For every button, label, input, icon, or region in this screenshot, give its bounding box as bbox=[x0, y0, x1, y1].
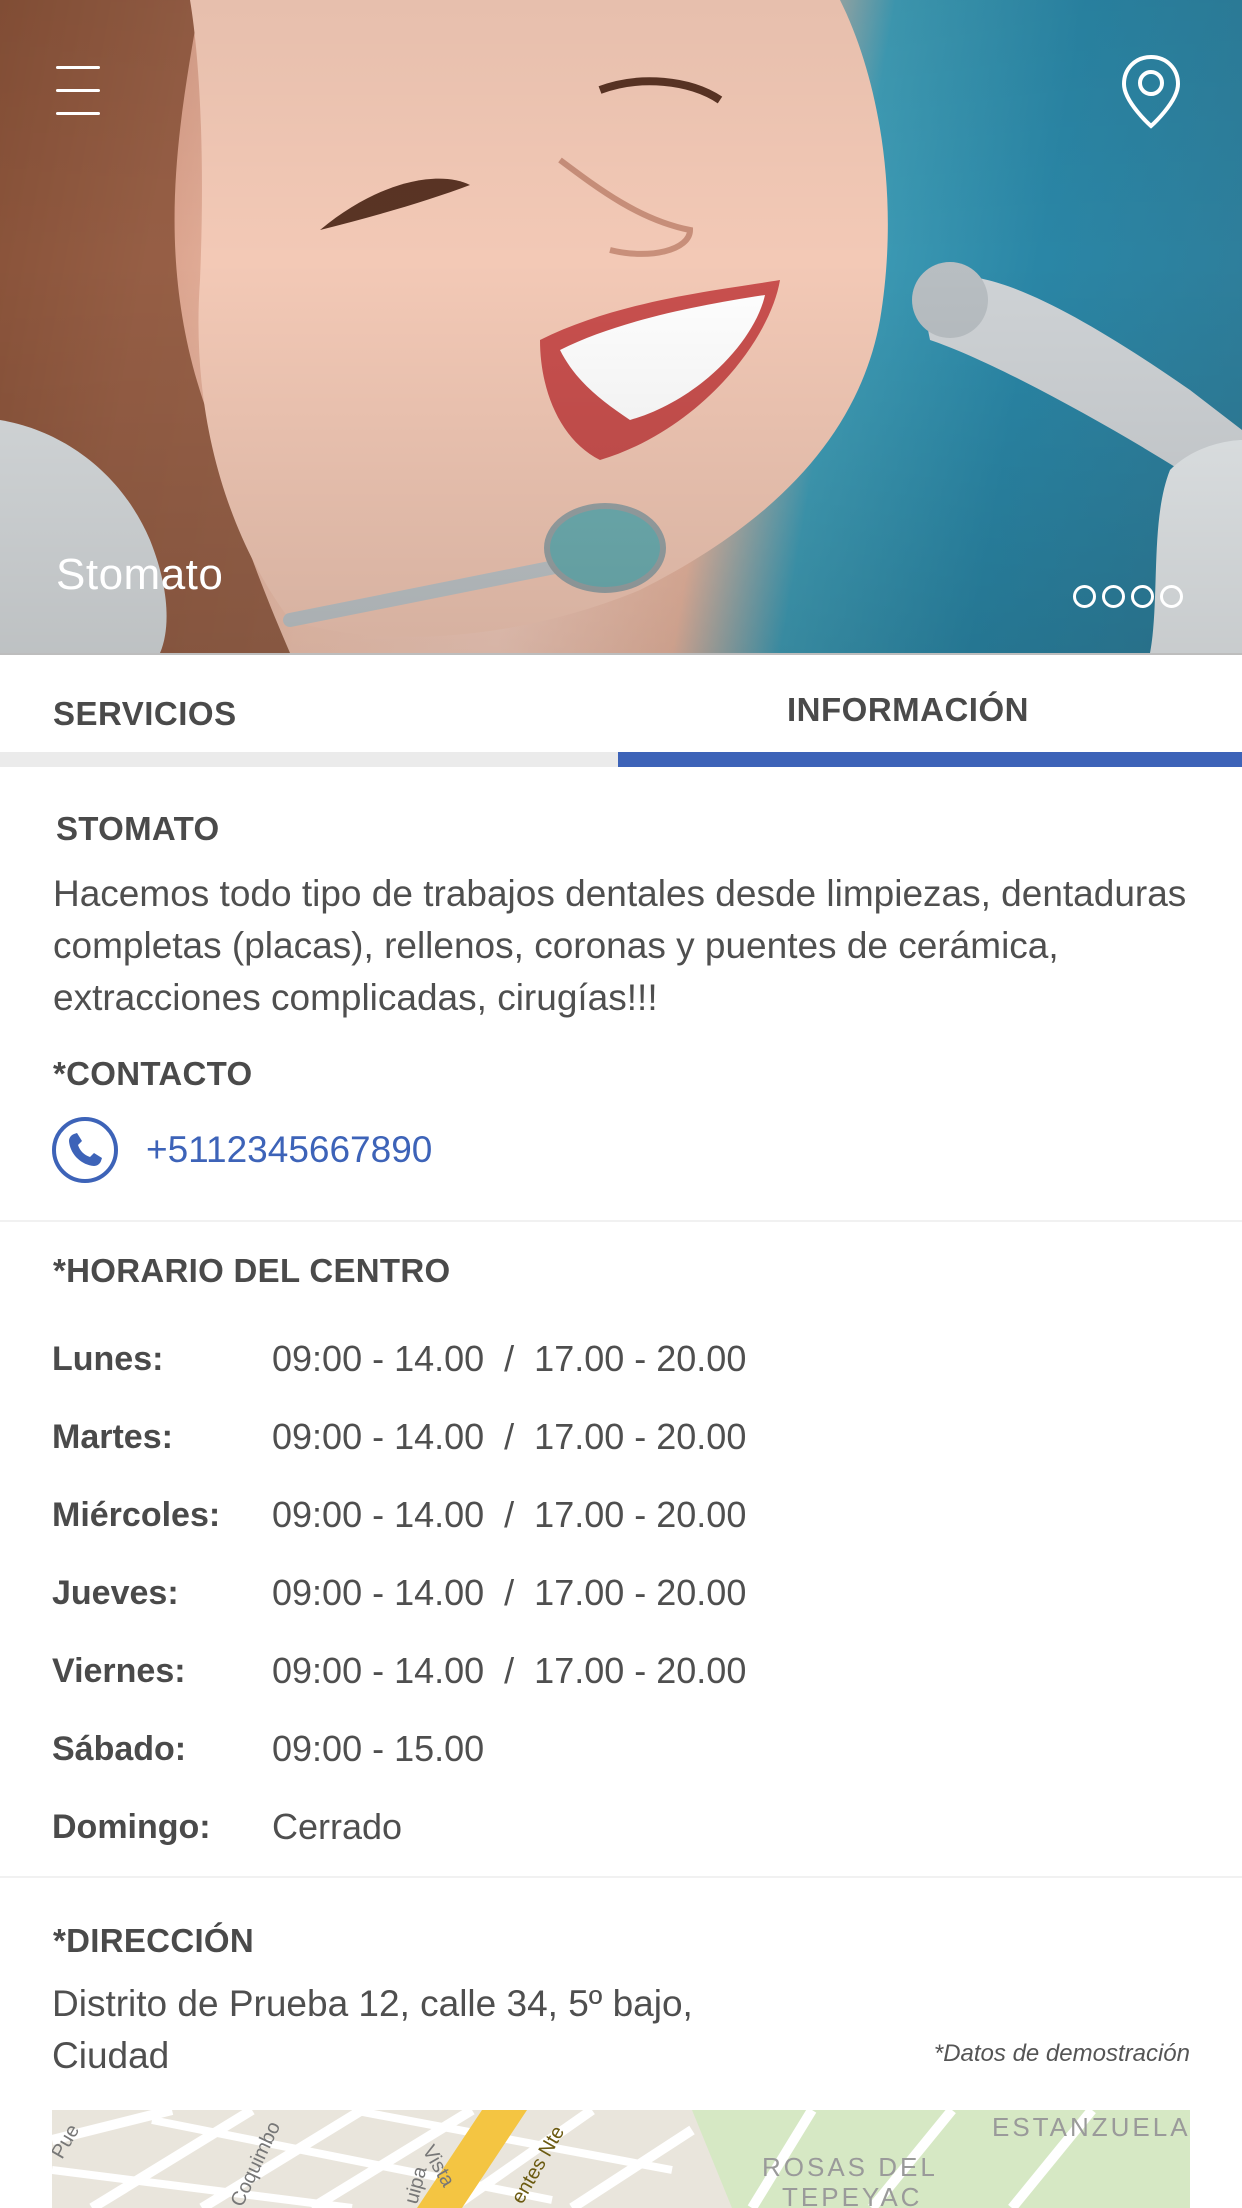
phone-number: +5112345667890 bbox=[146, 1129, 433, 1170]
tab-indicator bbox=[0, 752, 618, 767]
address-text: Distrito de Prueba 12, calle 34, 5º bajo… bbox=[52, 1983, 693, 2076]
carousel-dot[interactable] bbox=[1160, 585, 1183, 608]
hero-banner[interactable]: Stomato bbox=[0, 0, 1242, 653]
hours-time: Cerrado bbox=[272, 1806, 403, 1847]
hours-day: Jueves: bbox=[52, 1573, 179, 1612]
hours-time: 09:00 - 14.00 / 17.00 - 20.00 bbox=[272, 1650, 747, 1691]
demo-note: *Datos de demostración bbox=[933, 2040, 1190, 2067]
tab-informacion-label: INFORMACIÓN bbox=[787, 691, 1029, 728]
hours-heading: *HORARIO DEL CENTRO bbox=[53, 1252, 451, 1289]
hours-row: Jueves: 09:00 - 14.00 / 17.00 - 20.00 bbox=[52, 1554, 746, 1632]
hours-day: Viernes: bbox=[52, 1651, 186, 1690]
hours-time: 09:00 - 14.00 / 17.00 - 20.00 bbox=[272, 1572, 747, 1613]
carousel-dot[interactable] bbox=[1102, 585, 1125, 608]
map-label: ROSAS DEL bbox=[762, 2152, 938, 2182]
hero-title: Stomato bbox=[56, 550, 224, 599]
tab-servicios[interactable]: SERVICIOS bbox=[0, 655, 618, 767]
tab-bar: SERVICIOS INFORMACIÓN bbox=[0, 653, 1242, 767]
location-pin-icon[interactable] bbox=[1120, 54, 1182, 130]
hours-time: 09:00 - 15.00 bbox=[272, 1728, 485, 1769]
contact-heading: *CONTACTO bbox=[53, 1055, 253, 1092]
hours-day: Lunes: bbox=[52, 1339, 164, 1378]
phone-icon bbox=[52, 1117, 118, 1183]
map-view[interactable]: Pue Coquimbo Vista uipa entes Nte ESTANZ… bbox=[52, 2110, 1190, 2208]
hours-row: Domingo: Cerrado bbox=[52, 1788, 746, 1866]
carousel-dot[interactable] bbox=[1073, 585, 1096, 608]
map-label: ESTANZUELA bbox=[992, 2112, 1190, 2142]
hours-table: Lunes: 09:00 - 14.00 / 17.00 - 20.00 Mar… bbox=[52, 1320, 746, 1866]
hours-time: 09:00 - 14.00 / 17.00 - 20.00 bbox=[272, 1494, 747, 1535]
address-heading: *DIRECCIÓN bbox=[53, 1922, 255, 1959]
hours-row: Martes: 09:00 - 14.00 / 17.00 - 20.00 bbox=[52, 1398, 746, 1476]
hours-row: Lunes: 09:00 - 14.00 / 17.00 - 20.00 bbox=[52, 1320, 746, 1398]
divider bbox=[0, 1220, 1242, 1222]
tab-active-indicator bbox=[618, 752, 1242, 767]
phone-link[interactable]: +5112345667890 bbox=[52, 1115, 432, 1185]
hours-day: Sábado: bbox=[52, 1729, 187, 1768]
divider bbox=[0, 1876, 1242, 1878]
tab-informacion[interactable]: INFORMACIÓN bbox=[618, 655, 1242, 767]
hours-day: Domingo: bbox=[52, 1807, 211, 1846]
hours-row: Miércoles: 09:00 - 14.00 / 17.00 - 20.00 bbox=[52, 1476, 746, 1554]
menu-icon[interactable] bbox=[56, 66, 100, 118]
map-label: TEPEYAC bbox=[782, 2182, 922, 2208]
carousel-dots[interactable] bbox=[1073, 585, 1183, 608]
hours-day: Miércoles: bbox=[52, 1495, 221, 1534]
hours-day: Martes: bbox=[52, 1417, 173, 1456]
business-description: Hacemos todo tipo de trabajos dentales d… bbox=[53, 873, 1187, 1018]
business-name: STOMATO bbox=[56, 810, 220, 847]
hours-time: 09:00 - 14.00 / 17.00 - 20.00 bbox=[272, 1416, 747, 1457]
tab-servicios-label: SERVICIOS bbox=[53, 695, 237, 732]
carousel-dot[interactable] bbox=[1131, 585, 1154, 608]
hours-time: 09:00 - 14.00 / 17.00 - 20.00 bbox=[272, 1338, 747, 1379]
hours-row: Viernes: 09:00 - 14.00 / 17.00 - 20.00 bbox=[52, 1632, 746, 1710]
map-tiles: Pue Coquimbo Vista uipa entes Nte ESTANZ… bbox=[52, 2110, 1190, 2208]
hours-row: Sábado: 09:00 - 15.00 bbox=[52, 1710, 746, 1788]
